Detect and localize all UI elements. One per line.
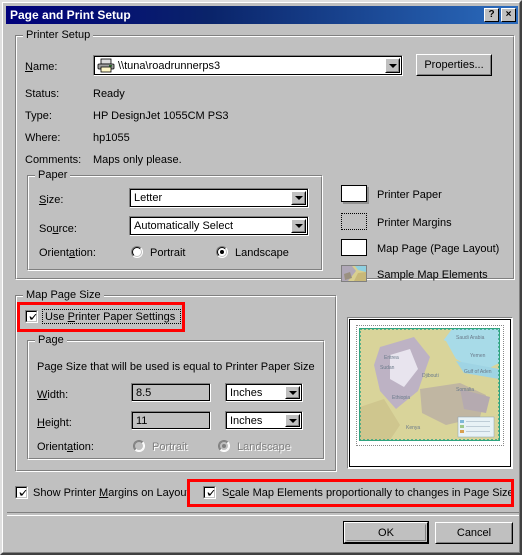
page-height-units-combo[interactable]: Inches: [225, 411, 303, 430]
page-height-value: 11: [136, 414, 148, 427]
cancel-button[interactable]: Cancel: [435, 522, 513, 544]
paper-size-value: Letter: [134, 192, 163, 204]
printer-name-combo[interactable]: \\tuna\roadrunnerps3: [93, 55, 403, 76]
legend-label-3: Sample Map Elements: [377, 269, 488, 281]
use-printer-paper-settings-checkbox[interactable]: [25, 310, 38, 323]
page-height-label: Height:: [37, 417, 72, 429]
paper-orientation-portrait-radio[interactable]: [131, 246, 143, 258]
svg-text:Ethiopia: Ethiopia: [392, 395, 410, 401]
comments-label: Comments:: [25, 154, 82, 166]
page-orientation-portrait-label: Portrait: [152, 441, 188, 453]
page-width-input[interactable]: 8.5: [131, 383, 211, 402]
page-width-value: 8.5: [136, 386, 152, 399]
svg-text:Gulf of Aden: Gulf of Aden: [464, 369, 492, 375]
paper-size-label: Size:: [39, 194, 64, 206]
printer-name-label: Name:: [25, 61, 58, 73]
svg-text:Djibouti: Djibouti: [422, 373, 439, 379]
ok-button[interactable]: OK: [343, 521, 429, 544]
page-subgroup-legend: Page: [35, 334, 67, 346]
printer-setup-legend: Printer Setup: [23, 29, 94, 41]
scale-map-elements-checkbox[interactable]: [203, 486, 216, 499]
scale-map-elements-label: Scale Map Elements proportionally to cha…: [222, 487, 514, 499]
map-page-size-legend: Map Page Size: [23, 289, 104, 301]
legend-label-2: Map Page (Page Layout): [377, 243, 500, 255]
use-printer-paper-settings-label: Use Printer Paper Settings: [45, 311, 176, 323]
printer-name-value: \\tuna\roadrunnerps3: [118, 59, 221, 72]
where-label: Where:: [25, 132, 61, 144]
legend-label-1: Printer Margins: [377, 217, 452, 229]
close-icon[interactable]: ×: [501, 8, 516, 22]
page-width-units-value: Inches: [230, 386, 263, 399]
legend-swatch-printer-paper: [341, 185, 367, 202]
page-height-input[interactable]: 11: [131, 411, 211, 430]
status-label: Status:: [25, 88, 60, 100]
paper-source-dropdown-arrow[interactable]: [291, 219, 306, 233]
printer-icon: [97, 58, 115, 73]
properties-button[interactable]: Properties...: [416, 54, 492, 76]
svg-text:Saudi Arabia: Saudi Arabia: [456, 335, 485, 341]
page-size-description: Page Size that will be used is equal to …: [37, 361, 315, 373]
paper-source-value: Automatically Select: [134, 220, 234, 232]
svg-text:Sudan: Sudan: [380, 365, 395, 371]
page-orientation-portrait-radio: [133, 440, 145, 452]
show-printer-margins-checkbox[interactable]: [15, 486, 28, 499]
page-width-units-dropdown-arrow[interactable]: [285, 386, 300, 399]
paper-orientation-label: Orientation:: [39, 247, 96, 259]
checkmark-icon: [207, 490, 215, 496]
paper-orientation-landscape-label: Landscape: [235, 247, 289, 259]
printer-name-dropdown-arrow[interactable]: [385, 58, 400, 73]
legend-swatch-map-page: [341, 239, 367, 256]
page-width-units-combo[interactable]: Inches: [225, 383, 303, 402]
ok-button-label: OK: [378, 526, 394, 539]
checkmark-icon: [19, 490, 27, 496]
page-orientation-landscape-radio: [218, 440, 230, 452]
legend-swatch-sample-map-elements: [341, 265, 367, 282]
paper-orientation-landscape-radio[interactable]: [216, 246, 228, 258]
legend-swatch-printer-margins: [341, 213, 367, 230]
page-preview: Saudi Arabia Eritrea Sudan Yemen Gulf of…: [347, 317, 513, 469]
paper-legend: Paper: [35, 169, 71, 181]
show-printer-margins-label: Show Printer Margins on Layout: [33, 487, 190, 499]
paper-size-combo[interactable]: Letter: [129, 188, 309, 208]
paper-size-dropdown-arrow[interactable]: [291, 191, 306, 205]
title-bar[interactable]: Page and Print Setup ? ×: [6, 6, 518, 24]
paper-source-label: Source:: [39, 223, 77, 235]
legend-label-0: Printer Paper: [377, 189, 442, 201]
type-value: HP DesignJet 1055CM PS3: [93, 110, 229, 122]
page-height-units-dropdown-arrow[interactable]: [285, 414, 300, 427]
svg-text:Kenya: Kenya: [406, 425, 420, 431]
status-value: Ready: [93, 88, 125, 100]
where-value: hp1055: [93, 132, 130, 144]
svg-text:Somalia: Somalia: [456, 387, 474, 393]
preview-map-page: Saudi Arabia Eritrea Sudan Yemen Gulf of…: [359, 328, 500, 441]
checkmark-icon: [29, 314, 37, 320]
cancel-button-label: Cancel: [456, 527, 492, 539]
window-title: Page and Print Setup: [10, 8, 131, 22]
paper-source-combo[interactable]: Automatically Select: [129, 216, 309, 236]
page-height-units-value: Inches: [230, 414, 263, 427]
page-orientation-label: Orientation:: [37, 441, 94, 453]
page-width-label: Width:: [37, 389, 69, 401]
page-orientation-landscape-label: Landscape: [237, 441, 291, 453]
preview-map-image: Saudi Arabia Eritrea Sudan Yemen Gulf of…: [360, 329, 499, 440]
paper-orientation-portrait-label: Portrait: [150, 247, 186, 259]
dialog-window: Page and Print Setup ? × Printer Setup N…: [0, 0, 522, 555]
properties-button-label: Properties...: [424, 59, 484, 71]
svg-text:Eritrea: Eritrea: [384, 355, 399, 361]
type-label: Type:: [25, 110, 52, 122]
svg-text:Yemen: Yemen: [470, 353, 486, 359]
help-icon[interactable]: ?: [484, 8, 499, 22]
comments-value: Maps only please.: [93, 154, 182, 166]
